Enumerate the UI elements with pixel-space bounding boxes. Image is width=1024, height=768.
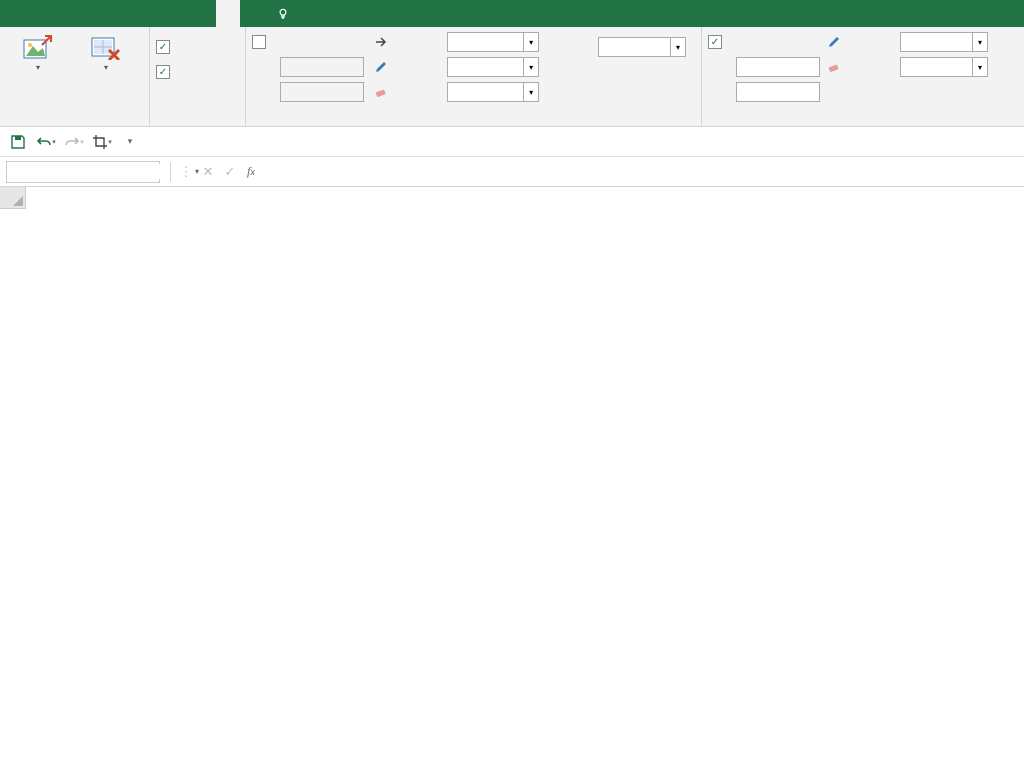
dropdown-icon[interactable]: ▾ (523, 82, 539, 102)
arrow-icon (373, 34, 389, 50)
direction-combo[interactable]: ▾ (598, 37, 686, 57)
spreadsheet-grid (0, 187, 1024, 209)
group-insert-delete: ▾ ▾ (0, 27, 150, 126)
enter-icon: ✓ (219, 164, 241, 180)
group-label (6, 122, 143, 124)
cell-width-input (280, 57, 364, 77)
tab-data[interactable] (120, 0, 144, 27)
tab-help[interactable] (240, 0, 264, 27)
dropdown-icon[interactable]: ▾ (972, 32, 988, 52)
pencil-icon (826, 34, 842, 50)
dropdown-icon[interactable]: ▾ (972, 57, 988, 77)
checkbox-max-size[interactable] (708, 35, 722, 49)
dropdown-icon: ▾ (6, 63, 70, 72)
group-general (150, 27, 246, 126)
qat-customize-button[interactable]: ▾ (120, 132, 140, 152)
quick-access-toolbar: ▾ ▾ ▾ ▾ (0, 127, 1024, 157)
tab-view[interactable] (168, 0, 192, 27)
tab-page-layout[interactable] (72, 0, 96, 27)
ribbon-tabbar (0, 0, 1024, 27)
name-box-input[interactable] (7, 164, 195, 179)
tab-formulas[interactable] (96, 0, 120, 27)
select-all-corner[interactable] (0, 187, 26, 209)
memo-delete-method-combo[interactable]: ▾ (900, 57, 988, 77)
checkbox-cell-size[interactable] (252, 35, 266, 49)
group-cell-settings: ▾ ▾ ▾ (246, 27, 702, 126)
checkbox-memo[interactable] (156, 65, 170, 79)
memo-height-input[interactable] (736, 82, 820, 102)
redo-button[interactable]: ▾ (64, 132, 84, 152)
store-method-value[interactable] (447, 32, 523, 52)
dropdown-icon[interactable]: ▾ (523, 32, 539, 52)
cancel-icon: ✕ (197, 164, 219, 180)
store-method-combo[interactable]: ▾ (447, 32, 539, 52)
save-button[interactable] (8, 132, 28, 152)
delete-method-combo[interactable]: ▾ (447, 82, 539, 102)
tab-image-insert[interactable] (216, 0, 240, 27)
separator (170, 162, 171, 182)
insert-image-icon (22, 33, 54, 61)
tab-insert[interactable] (48, 0, 72, 27)
name-box[interactable]: ▾ (6, 161, 160, 183)
fx-icon[interactable]: fx (247, 164, 255, 179)
dropdown-icon[interactable]: ▾ (670, 37, 686, 57)
crop-button[interactable]: ▾ (92, 132, 112, 152)
pencil-icon (373, 59, 389, 75)
formula-input[interactable] (261, 161, 1024, 183)
delete-image-from-cell-button[interactable]: ▾ (74, 31, 138, 72)
memo-delete-method-value[interactable] (900, 57, 972, 77)
dropdown-icon: ▾ (74, 63, 138, 72)
insert-delete-target-header (156, 31, 174, 33)
eraser-icon (826, 59, 842, 75)
checkbox-cell[interactable] (156, 40, 170, 54)
memo-info-write-value[interactable] (900, 32, 972, 52)
memo-width-input[interactable] (736, 57, 820, 77)
info-write-value[interactable] (447, 57, 523, 77)
undo-button[interactable]: ▾ (36, 132, 56, 152)
tab-review[interactable] (144, 0, 168, 27)
more-icon: ⋮ (175, 164, 197, 180)
insert-image-to-cell-button[interactable]: ▾ (6, 31, 70, 72)
multi-cell-header (544, 31, 695, 33)
group-memo-settings: ▾ ▾ (702, 27, 994, 126)
group-label (708, 122, 988, 124)
dropdown-icon[interactable]: ▾ (523, 57, 539, 77)
memo-info-write-combo[interactable]: ▾ (900, 32, 988, 52)
info-write-combo[interactable]: ▾ (447, 57, 539, 77)
direction-value[interactable] (598, 37, 670, 57)
lightbulb-icon (276, 7, 290, 21)
cell-height-input (280, 82, 364, 102)
formula-bar: ▾ ⋮ ✕ ✓ fx (0, 157, 1024, 187)
eraser-icon (373, 84, 389, 100)
group-label (252, 122, 695, 124)
tab-home[interactable] (24, 0, 48, 27)
ribbon: ▾ ▾ (0, 27, 1024, 127)
delete-image-icon (90, 33, 122, 61)
tab-file[interactable] (0, 0, 24, 27)
tab-developer[interactable] (192, 0, 216, 27)
column-headers (0, 187, 1024, 209)
tell-me[interactable] (264, 0, 308, 27)
group-label (156, 122, 239, 124)
delete-method-value[interactable] (447, 82, 523, 102)
